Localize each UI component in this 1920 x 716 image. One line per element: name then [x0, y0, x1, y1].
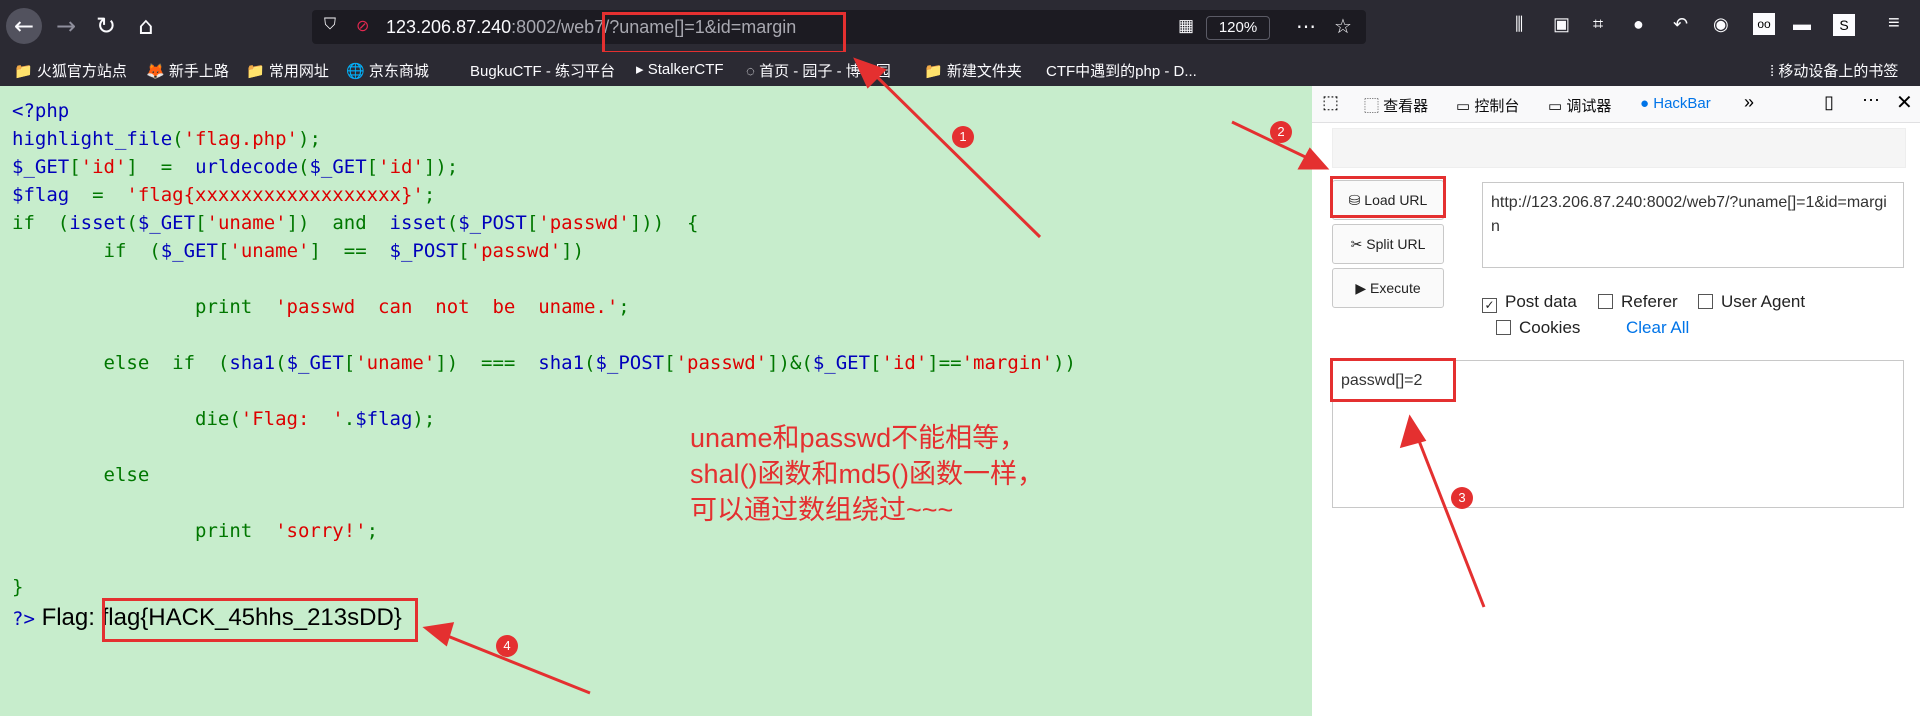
arrow-1 [868, 68, 1042, 239]
marker-badge: 2 [1270, 121, 1292, 143]
arrowhead-4 [422, 622, 455, 647]
marker-badge: 3 [1451, 487, 1473, 509]
arrow-3 [1412, 427, 1486, 608]
arrowhead-1 [853, 57, 887, 89]
annotation-arrows [422, 57, 1486, 695]
marker-badge: 4 [496, 635, 518, 657]
marker-badge: 1 [952, 126, 974, 148]
arrowhead-2 [1297, 147, 1330, 170]
arrowhead-3 [1399, 414, 1427, 449]
